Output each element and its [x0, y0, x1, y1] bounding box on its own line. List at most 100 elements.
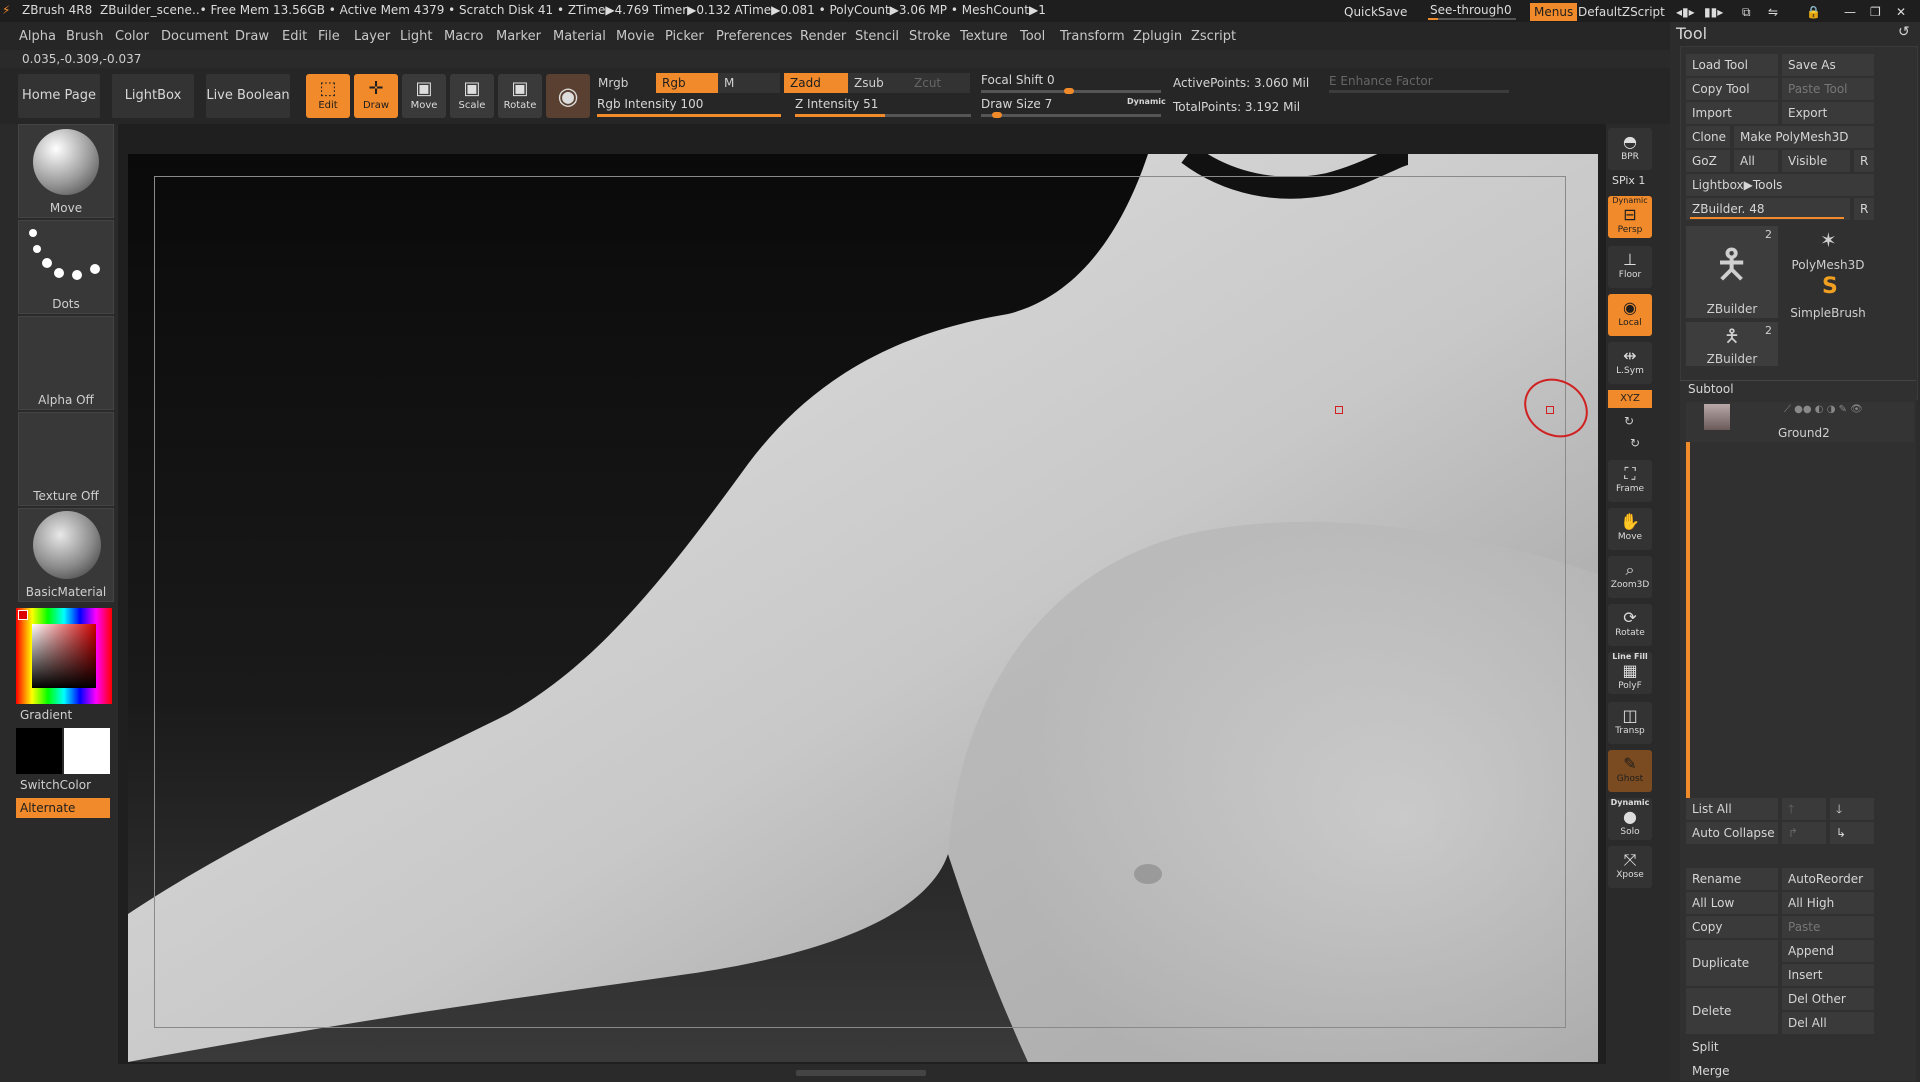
polyf-button[interactable]: Line Fill ▦ PolyF: [1608, 652, 1652, 694]
zsub-toggle[interactable]: Zsub: [848, 73, 910, 93]
enhance-factor-slider[interactable]: [1329, 90, 1509, 93]
color-picker[interactable]: [16, 608, 112, 704]
m-toggle[interactable]: M: [718, 73, 780, 93]
rotate-y-icon[interactable]: ↻: [1624, 414, 1634, 428]
zcut-toggle[interactable]: Zcut: [908, 73, 970, 93]
menu-zplugin[interactable]: Zplugin: [1133, 29, 1182, 44]
menu-zscript[interactable]: Zscript: [1191, 29, 1236, 44]
menu-material[interactable]: Material: [553, 29, 606, 44]
ghost-button[interactable]: ✎ Ghost: [1608, 750, 1652, 792]
menu-marker[interactable]: Marker: [496, 29, 541, 44]
rgb-toggle[interactable]: Rgb: [656, 73, 720, 93]
xpose-button[interactable]: ⤧ Xpose: [1608, 846, 1652, 888]
lock-icon[interactable]: 🔒: [1802, 3, 1825, 21]
stroke-selector[interactable]: Dots: [18, 220, 114, 314]
copy-tool-button[interactable]: Copy Tool: [1686, 78, 1778, 100]
menu-transform[interactable]: Transform: [1060, 29, 1125, 44]
arrow-up-right-icon[interactable]: ↱: [1782, 822, 1826, 844]
paste-tool-button[interactable]: Paste Tool: [1782, 78, 1874, 100]
transp-button[interactable]: ◫ Transp: [1608, 702, 1652, 744]
home-page-button[interactable]: Home Page: [18, 74, 100, 118]
all-high-button[interactable]: All High: [1782, 892, 1874, 914]
default-zscript-button[interactable]: DefaultZScript: [1574, 3, 1669, 21]
goz-visible-button[interactable]: Visible: [1782, 150, 1850, 172]
xyz-button[interactable]: XYZ: [1608, 390, 1652, 408]
menu-picker[interactable]: Picker: [665, 29, 704, 44]
live-boolean-button[interactable]: Live Boolean: [206, 74, 290, 118]
menu-color[interactable]: Color: [115, 29, 149, 44]
import-button[interactable]: Import: [1686, 102, 1778, 124]
split-button[interactable]: Split: [1686, 1036, 1874, 1058]
interface-icon-1[interactable]: ◂▮▸: [1672, 3, 1699, 21]
draw-size-handle[interactable]: [992, 112, 1002, 118]
make-polymesh-button[interactable]: Make PolyMesh3D: [1734, 126, 1874, 148]
menus-toggle[interactable]: Menus: [1530, 3, 1578, 21]
del-all-button[interactable]: Del All: [1782, 1012, 1874, 1034]
texture-selector[interactable]: Texture Off: [18, 412, 114, 506]
goz-all-button[interactable]: All: [1734, 150, 1778, 172]
color-square[interactable]: [32, 624, 96, 688]
duplicate-button[interactable]: Duplicate: [1686, 940, 1778, 986]
menu-render[interactable]: Render: [800, 29, 846, 44]
switchcolor-button[interactable]: SwitchColor: [20, 778, 91, 792]
scale-mode-button[interactable]: ▣ Scale: [450, 74, 494, 118]
rotate-view-button[interactable]: ⟳ Rotate: [1608, 604, 1652, 646]
zbuilder-r-button[interactable]: R: [1854, 198, 1874, 220]
alpha-selector[interactable]: Alpha Off: [18, 316, 114, 410]
zadd-toggle[interactable]: Zadd: [784, 73, 850, 93]
move-view-button[interactable]: ✋ Move: [1608, 508, 1652, 550]
menu-file[interactable]: File: [318, 29, 340, 44]
subtool-item-ground2[interactable]: Ground2 ⟋ ●● ◐ ◑ ✎ 👁: [1686, 402, 1914, 442]
minimize-icon[interactable]: —: [1840, 3, 1860, 21]
subtool-scrollbar[interactable]: [1686, 442, 1690, 808]
insert-button[interactable]: Insert: [1782, 964, 1874, 986]
refresh-icon[interactable]: ↺: [1898, 24, 1910, 40]
move-up-icon[interactable]: 🡑: [1782, 798, 1826, 820]
tool-thumb-zbuilder[interactable]: 2 🯅 ZBuilder: [1686, 226, 1778, 318]
copy-subtool-button[interactable]: Copy: [1686, 916, 1778, 938]
lightbox-button[interactable]: LightBox: [112, 74, 194, 118]
main-color-swatch[interactable]: [64, 728, 110, 774]
mrgb-toggle[interactable]: Mrgb: [592, 73, 658, 93]
dynamic-size-toggle[interactable]: Dynamic: [1127, 97, 1166, 106]
autoreorder-button[interactable]: AutoReorder: [1782, 868, 1874, 890]
draw-size-slider[interactable]: [981, 114, 1161, 117]
all-low-button[interactable]: All Low: [1686, 892, 1778, 914]
menu-tool[interactable]: Tool: [1020, 29, 1045, 44]
menu-stencil[interactable]: Stencil: [855, 29, 899, 44]
tool-thumb-zbuilder-2[interactable]: 2 🯅 ZBuilder: [1686, 322, 1778, 366]
move-down-icon[interactable]: 🡓: [1830, 798, 1874, 820]
goz-button[interactable]: GoZ: [1686, 150, 1730, 172]
auto-collapse-button[interactable]: Auto Collapse: [1686, 822, 1778, 844]
move-mode-button[interactable]: ▣ Move: [402, 74, 446, 118]
material-sphere-button[interactable]: ◉: [546, 74, 590, 118]
arrow-down-right-icon[interactable]: ↳: [1830, 822, 1874, 844]
interface-icon-2[interactable]: ▮▮▸: [1700, 3, 1727, 21]
layout-icon[interactable]: ⧉: [1738, 3, 1755, 21]
alternate-button[interactable]: Alternate: [16, 798, 110, 818]
rotate-z-icon[interactable]: ↻: [1630, 436, 1640, 450]
menu-macro[interactable]: Macro: [444, 29, 483, 44]
canvas-scroll-handle[interactable]: [796, 1070, 926, 1076]
load-tool-button[interactable]: Load Tool: [1686, 54, 1778, 76]
brush-selector[interactable]: Move: [18, 124, 114, 218]
menu-draw[interactable]: Draw: [235, 29, 269, 44]
subtool-visibility-icons[interactable]: ⟋ ●● ◐ ◑ ✎ 👁: [1784, 404, 1863, 415]
merge-button[interactable]: Merge: [1686, 1060, 1874, 1082]
menu-stroke[interactable]: Stroke: [909, 29, 950, 44]
see-through-slider[interactable]: See-through 0: [1424, 2, 1520, 20]
delete-button[interactable]: Delete: [1686, 988, 1778, 1034]
menu-layer[interactable]: Layer: [354, 29, 390, 44]
tool-thumb-polymesh3d[interactable]: ✶ PolyMesh3D: [1782, 226, 1874, 272]
tool-thumb-simplebrush[interactable]: S SimpleBrush: [1782, 274, 1874, 320]
lsym-button[interactable]: ⇹ L.Sym: [1608, 342, 1652, 384]
edit-mode-button[interactable]: ⬚ Edit: [306, 74, 350, 118]
clone-button[interactable]: Clone: [1686, 126, 1730, 148]
secondary-color-swatch[interactable]: [16, 728, 62, 774]
restore-icon[interactable]: ❐: [1866, 3, 1885, 21]
menu-preferences[interactable]: Preferences: [716, 29, 792, 44]
zbuilder-slider[interactable]: ZBuilder. 48: [1686, 198, 1850, 220]
save-as-button[interactable]: Save As: [1782, 54, 1874, 76]
persp-button[interactable]: Dynamic ⊟ Persp: [1608, 196, 1652, 238]
floor-button[interactable]: ⊥ Floor: [1608, 246, 1652, 288]
